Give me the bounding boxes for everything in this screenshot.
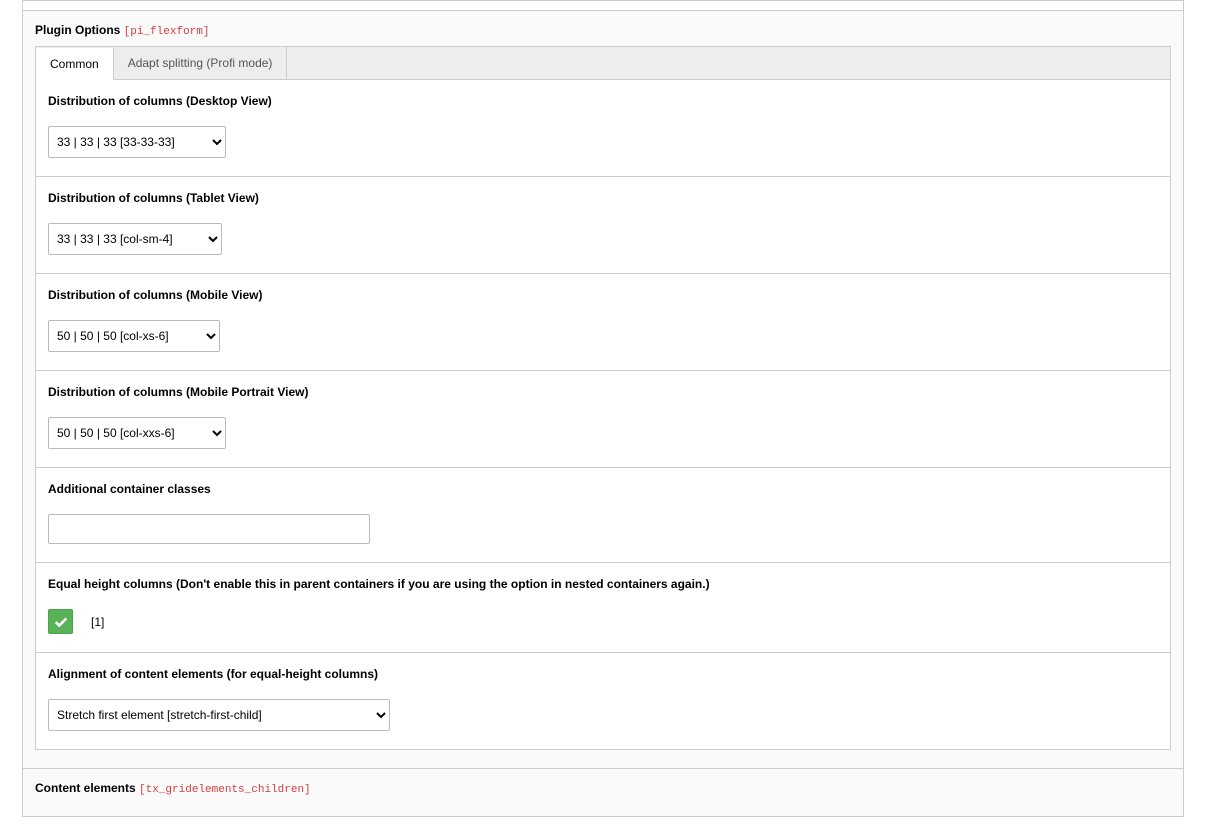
equal-height-value: [1] bbox=[91, 615, 104, 629]
equal-height-label: Equal height columns (Don't enable this … bbox=[48, 577, 1158, 591]
plugin-options-label: Plugin Options bbox=[35, 23, 120, 37]
additional-classes-label: Additional container classes bbox=[48, 482, 1158, 496]
content-elements-title: Content elements [tx_gridelements_childr… bbox=[35, 781, 1171, 796]
tablet-columns-select[interactable]: 33 | 33 | 33 [col-sm-4] bbox=[48, 223, 222, 255]
alignment-select[interactable]: Stretch first element [stretch-first-chi… bbox=[48, 699, 390, 731]
tabs: Common Adapt splitting (Profi mode) bbox=[35, 46, 1171, 79]
tab-common[interactable]: Common bbox=[36, 48, 114, 80]
content-elements-label: Content elements bbox=[35, 781, 136, 795]
mobile-columns-label: Distribution of columns (Mobile View) bbox=[48, 288, 1158, 302]
alignment-label: Alignment of content elements (for equal… bbox=[48, 667, 1158, 681]
panel-top-divider bbox=[23, 1, 1183, 11]
desktop-columns-label: Distribution of columns (Desktop View) bbox=[48, 94, 1158, 108]
tab-body-common: Distribution of columns (Desktop View) 3… bbox=[35, 79, 1171, 750]
mobile-portrait-columns-select[interactable]: 50 | 50 | 50 [col-xxs-6] bbox=[48, 417, 226, 449]
content-elements-tech: [tx_gridelements_children] bbox=[139, 784, 311, 796]
plugin-options-title: Plugin Options [pi_flexform] bbox=[35, 23, 1171, 38]
check-icon bbox=[54, 615, 68, 629]
desktop-columns-select[interactable]: 33 | 33 | 33 [33-33-33] bbox=[48, 126, 226, 158]
mobile-portrait-columns-label: Distribution of columns (Mobile Portrait… bbox=[48, 385, 1158, 399]
equal-height-checkbox[interactable] bbox=[48, 609, 73, 634]
plugin-options-tech: [pi_flexform] bbox=[124, 26, 210, 38]
additional-classes-input[interactable] bbox=[48, 514, 370, 544]
tablet-columns-label: Distribution of columns (Tablet View) bbox=[48, 191, 1158, 205]
mobile-columns-select[interactable]: 50 | 50 | 50 [col-xs-6] bbox=[48, 320, 220, 352]
tab-adapt-splitting[interactable]: Adapt splitting (Profi mode) bbox=[114, 47, 288, 79]
